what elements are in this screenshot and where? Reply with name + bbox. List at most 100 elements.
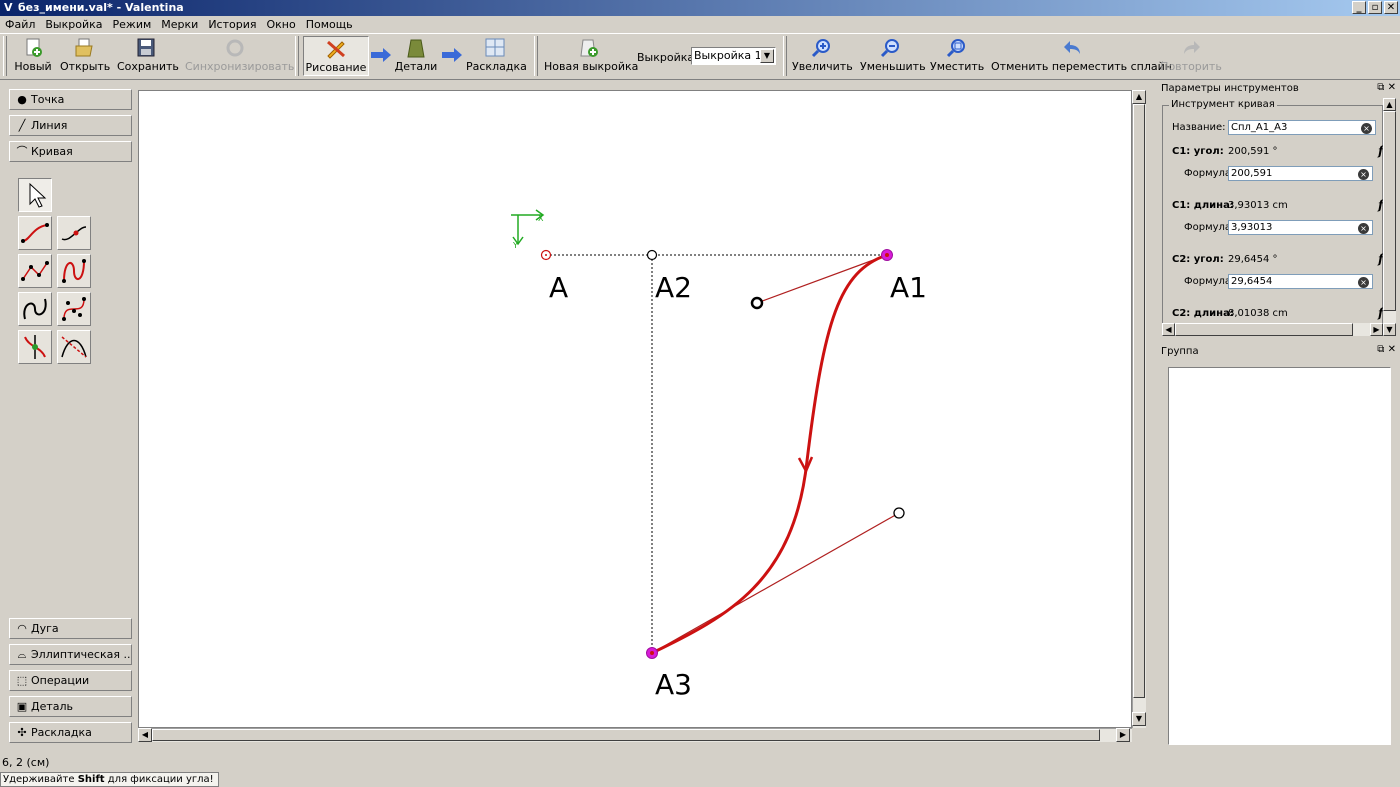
spline-points-icon [62,297,86,321]
name-field[interactable]: Спл_A1_A3 × [1228,120,1376,135]
c1-length-formula-field[interactable]: 3,93013 × [1228,220,1373,235]
spline-path-icon [62,259,86,283]
undo-button[interactable]: Отменить переместить сплайн [991,36,1172,76]
label-point-a3[interactable]: A3 [655,668,692,701]
control-handle-c1[interactable] [750,296,764,310]
pattern-drawing[interactable]: X Y A A2 A1 A3 [139,91,1133,729]
cubic-bezier-icon [21,261,49,281]
toolbar-grip[interactable] [534,36,538,76]
tool-options-vertical-scrollbar[interactable]: ▲ ▼ [1383,98,1396,336]
dock-float-close-icons[interactable]: ⧉ ✕ [1377,82,1396,93]
clear-icon[interactable]: × [1361,123,1372,134]
restore-button[interactable]: ▫ [1368,1,1382,14]
pattern-select-label: Выкройка: [637,51,698,64]
clear-icon[interactable]: × [1358,169,1369,180]
window-title: без_имени.val* - Valentina [18,1,184,14]
elliptical-arc-tools-button[interactable]: ⌓ Эллиптическая ... [9,644,132,665]
save-button[interactable]: Сохранить [117,36,179,76]
clear-icon[interactable]: × [1358,277,1369,288]
hint-key: Shift [77,774,105,785]
title-bar: Vбез_имени.val* - Valentina _ ▫ ✕ [0,0,1400,16]
detail-tools-button[interactable]: ▣ Деталь [9,696,132,717]
detail-icon: ▣ [16,700,28,713]
scroll-right-icon[interactable]: ▶ [1370,323,1383,336]
scroll-down-icon[interactable]: ▼ [1383,323,1396,336]
toolbar-grip[interactable] [295,36,299,76]
spline-path-point-tool[interactable] [57,216,91,250]
tool-options-scroll-thumb[interactable] [1383,111,1396,311]
point-a2[interactable] [646,249,658,261]
scroll-left-icon[interactable]: ◀ [138,728,152,742]
line-tools-button[interactable]: ╱ Линия [9,115,132,136]
details-mode-button[interactable]: Детали [394,36,438,76]
canvas-horizontal-scrollbar[interactable]: ◀ ▶ [138,728,1132,742]
c1-angle-formula-field[interactable]: 200,591 × [1228,166,1373,181]
label-point-a2[interactable]: A2 [655,271,692,304]
group-list[interactable] [1168,367,1391,745]
simple-curve-tool[interactable] [18,216,52,250]
tool-options-horizontal-scrollbar[interactable]: ◀ ▶ [1162,323,1383,336]
operations-icon: ⬚ [16,674,28,687]
layout-tools-button[interactable]: ✣ Раскладка [9,722,132,743]
label-point-a1[interactable]: A1 [890,271,927,304]
label-point-a[interactable]: A [549,271,568,304]
curve-interactive-tool[interactable] [18,254,52,288]
control-line-c2[interactable] [651,512,900,654]
scroll-right-icon[interactable]: ▶ [1116,728,1130,742]
scroll-up-icon[interactable]: ▲ [1132,90,1146,104]
control-handle-c2[interactable] [893,507,905,519]
menu-pattern[interactable]: Выкройка [45,16,102,33]
menu-window[interactable]: Окно [267,16,296,33]
scroll-up-icon[interactable]: ▲ [1383,98,1396,111]
menu-history[interactable]: История [208,16,256,33]
horizontal-scroll-thumb[interactable] [152,729,1100,741]
curve-tool-groupbox: Инструмент кривая Название: Спл_A1_A3 × C… [1162,99,1383,335]
layout-mode-label: Раскладка [466,60,527,73]
toolbar-grip[interactable] [783,36,787,76]
minimize-button[interactable]: _ [1352,1,1366,14]
spline-cubic-path-tool[interactable] [57,292,91,326]
curve-tools-button[interactable]: ⌒ Кривая [9,141,132,162]
clear-icon[interactable]: × [1358,223,1369,234]
new-button[interactable]: Новый [12,36,54,76]
control-line-c1[interactable] [756,254,888,304]
sync-button[interactable]: Синхронизировать [185,36,294,76]
new-pattern-button[interactable]: Новая выкройка [544,36,638,76]
intersect-curve-tool[interactable] [57,330,91,364]
chevron-down-icon[interactable]: ▼ [760,49,774,63]
redo-button[interactable]: Повторить [1160,36,1222,76]
fit-button[interactable]: Уместить [930,36,984,76]
spline-curve[interactable] [651,253,888,655]
close-button[interactable]: ✕ [1384,1,1398,14]
scroll-down-icon[interactable]: ▼ [1132,712,1146,726]
menu-mode[interactable]: Режим [113,16,152,33]
drawing-canvas[interactable]: X Y A A2 A1 A3 [138,90,1132,728]
cut-spline-tool[interactable] [18,330,52,364]
zoom-out-button[interactable]: Уменьшить [860,36,926,76]
layout-mode-button[interactable]: Раскладка [466,36,527,76]
operations-tools-button[interactable]: ⬚ Операции [9,670,132,691]
menu-help[interactable]: Помощь [306,16,353,33]
pattern-select[interactable]: Выкройка 1 ▼ [691,47,776,65]
operations-tools-label: Операции [31,674,90,687]
status-hint: Удерживайте Shift для фиксации угла! [0,772,219,787]
draw-mode-button[interactable]: Рисование [303,36,369,76]
spline-path-interactive-tool[interactable] [18,292,52,326]
tool-options-hscroll-thumb[interactable] [1175,323,1353,336]
point-tools-button[interactable]: ● Точка [9,89,132,110]
tools-panel: ● Точка ╱ Линия ⌒ Кривая ◠ Дуга ⌓ Эллипт… [0,82,138,752]
pointer-tool[interactable] [18,178,52,212]
c1-length-value: 3,93013 cm [1228,200,1288,211]
dock-float-close-icons[interactable]: ⧉ ✕ [1377,344,1396,355]
open-button[interactable]: Открыть [60,36,110,76]
arc-tools-button[interactable]: ◠ Дуга [9,618,132,639]
menu-file[interactable]: Файл [5,16,35,33]
zoom-in-button[interactable]: Увеличить [792,36,853,76]
scroll-left-icon[interactable]: ◀ [1162,323,1175,336]
menu-measurements[interactable]: Мерки [161,16,198,33]
canvas-vertical-scrollbar[interactable]: ▲ ▼ [1132,90,1146,728]
c2-angle-formula-field[interactable]: 29,6454 × [1228,274,1373,289]
vertical-scroll-thumb[interactable] [1133,104,1145,698]
spline-path-tool[interactable] [57,254,91,288]
toolbar-grip[interactable] [3,36,7,76]
